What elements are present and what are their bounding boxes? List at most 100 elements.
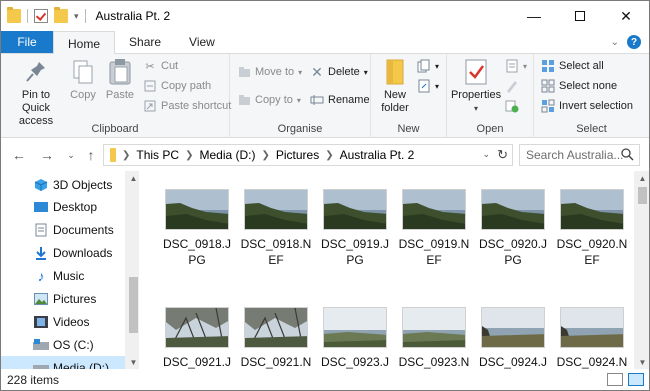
copy-path-label: Copy path bbox=[161, 80, 212, 92]
cut-button[interactable]: ✂ Cut bbox=[143, 57, 178, 75]
help-icon[interactable]: ? bbox=[627, 35, 641, 49]
file-name: DSC_0923.NEF bbox=[398, 355, 470, 369]
nav-item-music[interactable]: ♪ Music bbox=[1, 264, 125, 287]
large-icons-view-icon[interactable] bbox=[628, 373, 644, 386]
breadcrumb-current-folder[interactable]: Australia Pt. 2 bbox=[340, 148, 415, 162]
file-thumbnail bbox=[402, 189, 466, 230]
nav-scroll-thumb[interactable] bbox=[129, 277, 138, 333]
properties-dropdown-icon: ▾ bbox=[473, 104, 478, 113]
delete-button[interactable]: ✕ Delete ▾ bbox=[310, 63, 368, 81]
nav-item-pictures[interactable]: Pictures bbox=[1, 287, 125, 310]
new-folder-button[interactable]: New folder bbox=[377, 58, 413, 115]
file-item[interactable]: DSC_0920.NEF bbox=[555, 189, 629, 279]
up-button[interactable]: ↑ bbox=[79, 143, 103, 167]
scroll-up-icon[interactable]: ▲ bbox=[125, 171, 139, 185]
details-view-icon[interactable] bbox=[607, 373, 623, 386]
file-item[interactable]: DSC_0924.JPG bbox=[476, 307, 550, 369]
file-item[interactable]: DSC_0923.NEF bbox=[397, 307, 471, 369]
properties-button[interactable]: Properties ▾ bbox=[451, 58, 501, 115]
minimize-button[interactable]: — bbox=[511, 1, 557, 31]
nav-item-videos[interactable]: Videos bbox=[1, 310, 125, 333]
file-name: DSC_0920.NEF bbox=[556, 237, 628, 267]
nav-item-3d-objects[interactable]: 3D Objects bbox=[1, 173, 125, 196]
file-item[interactable]: DSC_0918.JPG bbox=[160, 189, 234, 279]
tab-home[interactable]: Home bbox=[53, 31, 116, 55]
file-thumbnail bbox=[323, 189, 387, 230]
file-view-scrollbar[interactable]: ▲ ▼ bbox=[634, 171, 649, 369]
nav-item-documents[interactable]: Documents bbox=[1, 218, 125, 241]
nav-item-os-c[interactable]: OS (C:) bbox=[1, 333, 125, 356]
chevron-right-icon: ❯ bbox=[185, 149, 194, 161]
scroll-down-icon[interactable]: ▼ bbox=[634, 355, 649, 369]
copy-path-icon bbox=[143, 79, 157, 93]
refresh-icon[interactable]: ↻ bbox=[497, 147, 508, 163]
tab-file[interactable]: File bbox=[1, 31, 53, 53]
new-group-label: New bbox=[397, 123, 420, 135]
nav-pane-scrollbar[interactable]: ▲ ▼ bbox=[125, 171, 139, 369]
nav-item-desktop[interactable]: Desktop bbox=[1, 195, 125, 218]
select-none-button[interactable]: Select none bbox=[541, 77, 617, 95]
file-thumbnail bbox=[481, 307, 545, 348]
file-name: DSC_0924.NEF bbox=[556, 355, 628, 369]
edit-button[interactable] bbox=[505, 77, 519, 95]
properties-icon[interactable] bbox=[34, 9, 48, 23]
new-folder-icon[interactable] bbox=[54, 7, 68, 23]
new-folder-icon bbox=[382, 58, 408, 86]
file-name: DSC_0919.JPG bbox=[320, 237, 390, 267]
nav-item-downloads[interactable]: Downloads bbox=[1, 241, 125, 264]
file-item[interactable]: DSC_0918.NEF bbox=[239, 189, 313, 279]
chevron-right-icon: ❯ bbox=[122, 149, 131, 161]
nav-item-media-d[interactable]: Media (D:) bbox=[1, 356, 125, 369]
file-scroll-thumb[interactable] bbox=[638, 187, 647, 204]
pin-icon bbox=[23, 58, 49, 86]
copy-path-button[interactable]: Copy path bbox=[143, 77, 211, 95]
delete-icon: ✕ bbox=[311, 63, 323, 80]
select-all-button[interactable]: Select all bbox=[541, 57, 604, 75]
file-item[interactable]: DSC_0921.NEF bbox=[239, 307, 313, 369]
properties-label: Properties bbox=[450, 89, 502, 101]
file-item[interactable]: DSC_0923.JPG bbox=[318, 307, 392, 369]
file-thumbnail bbox=[244, 307, 308, 348]
breadcrumb-media-d[interactable]: Media (D:) bbox=[199, 148, 255, 162]
search-box[interactable]: Search Australia... bbox=[519, 144, 640, 166]
file-item[interactable]: DSC_0920.JPG bbox=[476, 189, 550, 279]
cut-label: Cut bbox=[161, 60, 179, 72]
file-item[interactable]: DSC_0919.NEF bbox=[397, 189, 471, 279]
file-item[interactable]: DSC_0921.JPG bbox=[160, 307, 234, 369]
rename-button[interactable]: Rename bbox=[310, 91, 370, 109]
open-button[interactable]: ▾ bbox=[505, 57, 527, 75]
tab-share[interactable]: Share bbox=[115, 31, 175, 53]
back-button[interactable]: ← bbox=[7, 143, 31, 167]
close-button[interactable]: ✕ bbox=[603, 1, 649, 31]
address-dropdown-icon[interactable]: ⌄ bbox=[482, 149, 490, 160]
search-icon bbox=[621, 148, 634, 164]
new-item-button[interactable]: ▾ bbox=[417, 57, 439, 75]
expand-ribbon-icon[interactable]: ⌄ bbox=[611, 37, 619, 48]
new-item-icon bbox=[417, 59, 431, 73]
address-bar[interactable]: ❯ This PC ❯ Media (D:) ❯ Pictures ❯ Australi… bbox=[103, 144, 513, 166]
easy-access-button[interactable]: ▾ bbox=[417, 77, 439, 95]
copy-to-button[interactable]: Copy to ▾ bbox=[237, 91, 301, 109]
pin-to-quick-access-button[interactable]: Pin to Quick access bbox=[5, 58, 67, 128]
copy-button[interactable]: Copy bbox=[67, 58, 99, 102]
paste-button[interactable]: Paste bbox=[103, 58, 137, 102]
invert-selection-icon bbox=[541, 99, 555, 113]
scroll-down-icon[interactable]: ▼ bbox=[125, 355, 139, 369]
paste-shortcut-button[interactable]: Paste shortcut bbox=[143, 97, 231, 115]
paste-shortcut-label: Paste shortcut bbox=[161, 100, 232, 112]
breadcrumb-this-pc[interactable]: This PC bbox=[136, 148, 179, 162]
history-button[interactable] bbox=[505, 97, 519, 115]
file-name: DSC_0919.NEF bbox=[398, 237, 470, 267]
delete-dropdown-icon: ▾ bbox=[363, 67, 368, 77]
breadcrumb-pictures[interactable]: Pictures bbox=[276, 148, 319, 162]
scroll-up-icon[interactable]: ▲ bbox=[634, 171, 649, 185]
maximize-button[interactable] bbox=[557, 1, 603, 31]
file-item[interactable]: DSC_0924.NEF bbox=[555, 307, 629, 369]
forward-button[interactable]: → bbox=[35, 143, 59, 167]
move-to-button[interactable]: Move to ▾ bbox=[237, 63, 302, 81]
invert-selection-button[interactable]: Invert selection bbox=[541, 97, 633, 115]
tab-view[interactable]: View bbox=[175, 31, 229, 53]
customize-toolbar-icon[interactable]: ▾ bbox=[74, 11, 79, 22]
search-input[interactable]: Search Australia... bbox=[526, 148, 623, 162]
file-item[interactable]: DSC_0919.JPG bbox=[318, 189, 392, 279]
